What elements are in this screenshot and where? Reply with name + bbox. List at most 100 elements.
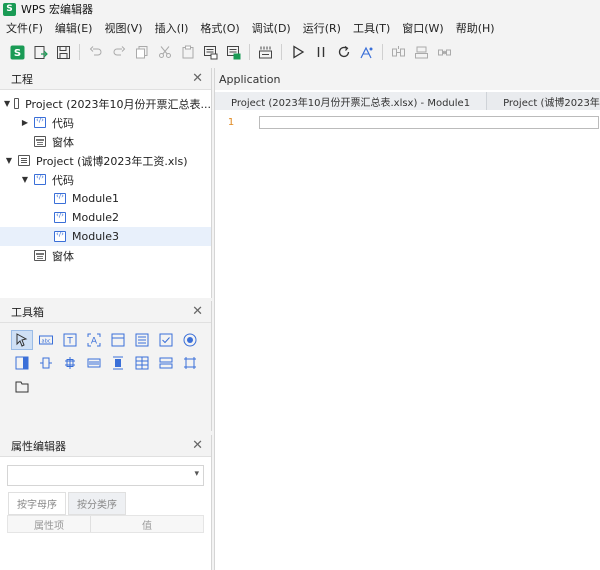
project-icon — [14, 98, 20, 109]
module-icon — [54, 211, 66, 223]
pointer-tool-icon[interactable] — [11, 330, 33, 350]
run-icon[interactable] — [288, 43, 307, 62]
project-panel-header: 工程 ✕ — [0, 68, 211, 90]
menu-bar: 文件(F) 编辑(E) 视图(V) 插入(I) 格式(O) 调试(D) 运行(R… — [0, 18, 600, 37]
svg-text:S: S — [14, 48, 21, 59]
project-icon — [18, 155, 30, 166]
radio-tool-icon[interactable] — [179, 330, 201, 350]
scrollbar-tool-icon[interactable] — [11, 353, 33, 373]
tree-item-module3[interactable]: Module3 — [0, 227, 211, 246]
code-folder-icon — [34, 116, 46, 128]
cut-icon[interactable] — [155, 43, 174, 62]
slider-tool-icon[interactable] — [59, 353, 81, 373]
chevron-right-icon[interactable]: ▶ — [20, 118, 30, 127]
tree-item-label: Module3 — [72, 230, 119, 243]
combobox-tool-icon[interactable] — [155, 353, 177, 373]
column-value: 值 — [142, 520, 152, 532]
tab-alphabetical[interactable]: 按字母序 — [8, 492, 66, 515]
import-icon[interactable] — [31, 43, 50, 62]
progress-tool-icon[interactable] — [83, 353, 105, 373]
spin-tool-icon[interactable] — [35, 353, 57, 373]
tree-item-label: 窗体 — [52, 135, 74, 149]
folder-tool-icon[interactable] — [11, 376, 33, 396]
project-panel-title: 工程 — [11, 72, 33, 86]
tree-item-forms-2[interactable]: 窗体 — [0, 246, 211, 265]
toolbar-divider — [79, 44, 80, 60]
copy-icon[interactable] — [132, 43, 151, 62]
tree-item-project-1[interactable]: ▼ Project (2023年10月份开票汇总表... — [0, 94, 211, 113]
tab-project-2[interactable]: Project (诚博2023年工资 — [487, 92, 600, 110]
chevron-down-icon[interactable]: ▼ — [4, 99, 10, 108]
button-tool-icon[interactable]: abc — [35, 330, 57, 350]
step-icon[interactable] — [389, 43, 408, 62]
toolbox-panel: 工具箱 ✕ abc T A — [0, 301, 212, 431]
tree-item-code-2[interactable]: ▼ 代码 — [0, 170, 211, 189]
menu-debug[interactable]: 调试(D) — [252, 20, 291, 36]
reset-icon[interactable] — [334, 43, 353, 62]
grid-tool-icon[interactable] — [131, 353, 153, 373]
redo-icon[interactable] — [109, 43, 128, 62]
module-icon — [54, 192, 66, 204]
uncomment-icon[interactable] — [224, 43, 243, 62]
property-panel-header: 属性编辑器 ✕ — [0, 435, 211, 457]
property-panel-title: 属性编辑器 — [11, 439, 66, 453]
pause-icon[interactable] — [311, 43, 330, 62]
close-icon[interactable]: ✕ — [192, 305, 203, 318]
checkbox-tool-icon[interactable] — [155, 330, 177, 350]
comment-icon[interactable] — [201, 43, 220, 62]
tree-item-project-2[interactable]: ▼ Project (诚博2023年工资.xls) — [0, 151, 211, 170]
listbox-tool-icon[interactable] — [131, 330, 153, 350]
paste-icon[interactable] — [178, 43, 197, 62]
menu-tools[interactable]: 工具(T) — [353, 20, 390, 36]
toolbar-divider — [249, 44, 250, 60]
breakpoint-icon[interactable] — [256, 43, 275, 62]
tree-item-code-1[interactable]: ▶ 代码 — [0, 113, 211, 132]
menu-run[interactable]: 运行(R) — [303, 20, 341, 36]
tree-item-label: Project (诚博2023年工资.xls) — [36, 154, 188, 168]
tree-item-forms-1[interactable]: 窗体 — [0, 132, 211, 151]
wps-logo-icon: S — [3, 2, 16, 16]
menu-edit[interactable]: 编辑(E) — [55, 20, 93, 36]
code-line: 1 — [215, 114, 600, 130]
chevron-down-icon[interactable]: ▼ — [20, 175, 30, 184]
menu-format[interactable]: 格式(O) — [200, 20, 239, 36]
window-title: WPS 宏编辑器 — [21, 3, 93, 16]
line-number: 1 — [227, 116, 235, 128]
tab-module1[interactable]: Project (2023年10月份开票汇总表.xlsx) - Module1 — [215, 92, 488, 110]
close-icon[interactable]: ✕ — [192, 72, 203, 85]
vertical-bar-tool-icon[interactable] — [107, 353, 129, 373]
editor-object-header: Application — [215, 68, 600, 90]
svg-text:abc: abc — [42, 338, 51, 344]
tree-item-module2[interactable]: Module2 — [0, 208, 211, 227]
menu-view[interactable]: 视图(V) — [104, 20, 142, 36]
toolbox-grid: abc T A — [0, 323, 205, 399]
close-icon[interactable]: ✕ — [192, 439, 203, 452]
step-out-icon[interactable] — [435, 43, 454, 62]
menu-window[interactable]: 窗口(W) — [402, 20, 443, 36]
property-tabs: 按字母序 按分类序 — [8, 492, 211, 515]
object-select[interactable] — [7, 465, 204, 486]
textbox-tool-icon[interactable]: A — [83, 330, 105, 350]
chevron-down-icon[interactable]: ▼ — [4, 156, 14, 165]
menu-file[interactable]: 文件(F) — [6, 20, 43, 36]
undo-icon[interactable] — [86, 43, 105, 62]
label-tool-icon[interactable]: T — [59, 330, 81, 350]
svg-text:T: T — [66, 337, 73, 347]
tree-item-label: 代码 — [52, 173, 74, 187]
property-panel: 属性编辑器 ✕ 按字母序 按分类序 属性项 值 — [0, 435, 212, 570]
tree-item-module1[interactable]: Module1 — [0, 189, 211, 208]
svg-text:A: A — [91, 337, 98, 347]
wps-spreadsheet-icon[interactable]: S — [8, 43, 27, 62]
design-mode-icon[interactable] — [357, 43, 376, 62]
toolbox-panel-title: 工具箱 — [11, 305, 44, 319]
image-tool-icon[interactable] — [179, 353, 201, 373]
menu-insert[interactable]: 插入(I) — [155, 20, 189, 36]
form-icon — [34, 250, 46, 261]
frame-tool-icon[interactable] — [107, 330, 129, 350]
save-icon[interactable] — [54, 43, 73, 62]
toolbox-panel-header: 工具箱 ✕ — [0, 301, 211, 323]
step-over-icon[interactable] — [412, 43, 431, 62]
menu-help[interactable]: 帮助(H) — [456, 20, 495, 36]
tab-categorized[interactable]: 按分类序 — [68, 492, 126, 515]
code-input[interactable] — [259, 115, 599, 129]
